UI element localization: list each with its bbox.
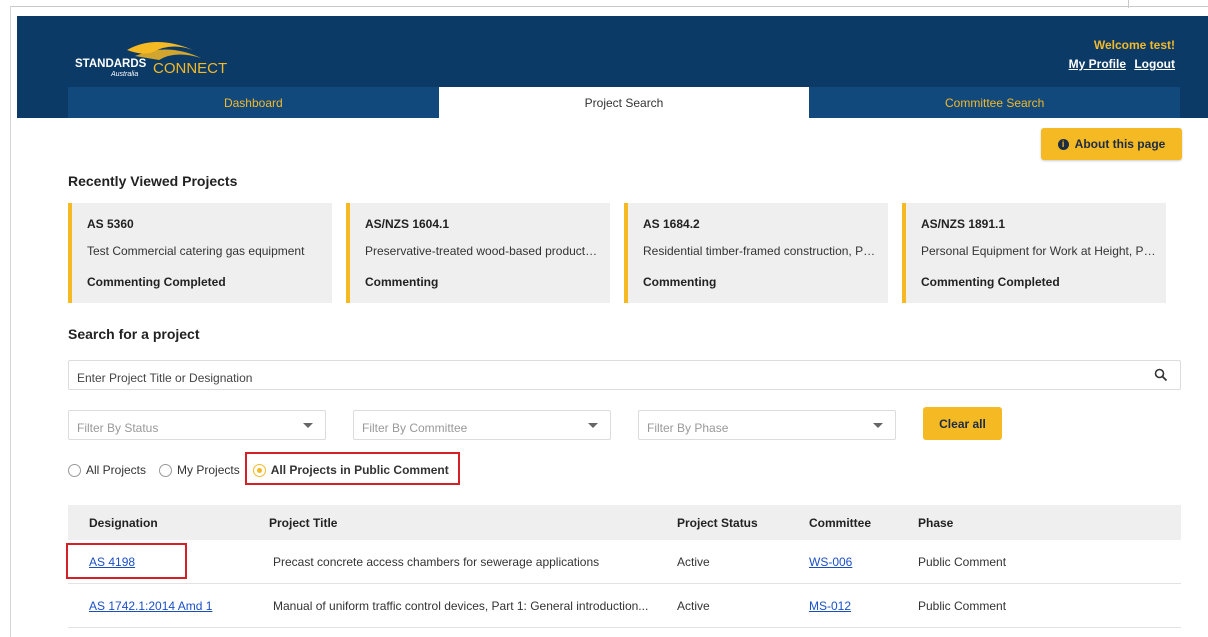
my-profile-link[interactable]: My Profile bbox=[1069, 57, 1126, 71]
chevron-down-icon bbox=[873, 423, 883, 428]
committee-link[interactable]: MS-012 bbox=[809, 599, 851, 613]
logout-link[interactable]: Logout bbox=[1134, 57, 1175, 71]
radio-my-projects[interactable]: My Projects bbox=[159, 463, 240, 477]
table-header: Designation Project Title Project Status… bbox=[68, 505, 1181, 540]
card-designation: AS 1684.2 bbox=[643, 217, 700, 231]
project-title-cell: Manual of uniform traffic control device… bbox=[273, 598, 649, 613]
header-designation[interactable]: Designation bbox=[68, 516, 269, 530]
radio-label: All Projects bbox=[86, 463, 147, 477]
phase-cell: Public Comment bbox=[918, 598, 1007, 613]
search-heading: Search for a project bbox=[68, 326, 200, 342]
highlight-box bbox=[245, 452, 460, 485]
standards-connect-logo[interactable]: STANDARDS Australia CONNECT bbox=[75, 36, 245, 88]
header-committee[interactable]: Committee bbox=[804, 516, 913, 530]
recently-viewed-heading: Recently Viewed Projects bbox=[68, 173, 238, 189]
about-button-label: About this page bbox=[1074, 137, 1166, 151]
project-status-cell: Active bbox=[677, 554, 710, 569]
tab-dashboard[interactable]: Dashboard bbox=[68, 87, 439, 118]
about-this-page-button[interactable]: i About this page bbox=[1041, 128, 1182, 160]
committee-link[interactable]: WS-006 bbox=[809, 555, 852, 569]
window-border-left bbox=[10, 6, 11, 637]
filter-committee-placeholder: Filter By Committee bbox=[362, 421, 468, 435]
filter-phase-select[interactable]: Filter By Phase bbox=[638, 410, 896, 440]
window-border-tick bbox=[1128, 0, 1129, 8]
chevron-down-icon bbox=[303, 423, 313, 428]
logo-word-australia: Australia bbox=[110, 71, 138, 78]
card-status: Commenting Completed bbox=[921, 275, 1060, 289]
main-nav: Dashboard Project Search Committee Searc… bbox=[68, 87, 1181, 118]
search-icon[interactable] bbox=[1154, 368, 1168, 382]
header-phase[interactable]: Phase bbox=[913, 516, 953, 530]
project-search-input[interactable]: Enter Project Title or Designation bbox=[68, 360, 1181, 390]
card-title: Preservative-treated wood-based products… bbox=[365, 244, 603, 258]
filter-status-select[interactable]: Filter By Status bbox=[68, 410, 326, 440]
user-menu: Welcome test! My Profile Logout bbox=[1064, 38, 1175, 71]
radio-icon bbox=[159, 463, 173, 477]
recent-project-card[interactable]: AS/NZS 1604.1 Preservative-treated wood-… bbox=[346, 203, 610, 303]
filter-phase-placeholder: Filter By Phase bbox=[647, 421, 729, 435]
radio-label: My Projects bbox=[177, 463, 240, 477]
card-designation: AS/NZS 1604.1 bbox=[365, 217, 450, 231]
recent-project-card[interactable]: AS 5360 Test Commercial catering gas equ… bbox=[68, 203, 332, 303]
search-placeholder: Enter Project Title or Designation bbox=[77, 371, 253, 385]
project-title-cell: Precast concrete access chambers for sew… bbox=[273, 554, 600, 569]
radio-all-projects[interactable]: All Projects bbox=[68, 463, 146, 477]
recent-project-card[interactable]: AS/NZS 1891.1 Personal Equipment for Wor… bbox=[902, 203, 1166, 303]
card-title: Residential timber-framed construction, … bbox=[643, 244, 881, 258]
recent-project-card[interactable]: AS 1684.2 Residential timber-framed cons… bbox=[624, 203, 888, 303]
projects-table: Designation Project Title Project Status… bbox=[68, 505, 1181, 628]
recent-projects-list: AS 5360 Test Commercial catering gas equ… bbox=[68, 203, 1166, 303]
radio-icon bbox=[68, 463, 81, 477]
phase-cell: Public Comment bbox=[918, 554, 1007, 569]
card-status: Commenting bbox=[365, 275, 439, 289]
card-status: Commenting bbox=[643, 275, 717, 289]
window-border bbox=[10, 6, 1208, 7]
header-project-title[interactable]: Project Title bbox=[269, 516, 672, 530]
table-row: AS 4198 Precast concrete access chambers… bbox=[68, 540, 1181, 584]
logo-word-connect: CONNECT bbox=[153, 60, 227, 77]
clear-all-button[interactable]: Clear all bbox=[923, 407, 1002, 440]
card-designation: AS/NZS 1891.1 bbox=[921, 217, 1006, 231]
designation-link[interactable]: AS 1742.1:2014 Amd 1 bbox=[89, 599, 212, 613]
card-designation: AS 5360 bbox=[87, 217, 134, 231]
tab-committee-search[interactable]: Committee Search bbox=[809, 87, 1181, 118]
filter-status-placeholder: Filter By Status bbox=[77, 421, 159, 435]
card-title: Personal Equipment for Work at Height, P… bbox=[921, 244, 1159, 258]
table-row: AS 1742.1:2014 Amd 1 Manual of uniform t… bbox=[68, 584, 1181, 628]
welcome-text: Welcome test! bbox=[1093, 38, 1175, 52]
highlight-box bbox=[66, 543, 187, 579]
project-status-cell: Active bbox=[677, 598, 710, 613]
chevron-down-icon bbox=[588, 423, 598, 428]
logo-word-standards: STANDARDS bbox=[75, 58, 147, 70]
card-status: Commenting Completed bbox=[87, 275, 226, 289]
filter-committee-select[interactable]: Filter By Committee bbox=[353, 410, 611, 440]
tab-project-search[interactable]: Project Search bbox=[438, 87, 810, 118]
info-icon: i bbox=[1057, 138, 1069, 150]
card-title: Test Commercial catering gas equipment bbox=[87, 244, 305, 258]
header-project-status[interactable]: Project Status bbox=[672, 516, 804, 530]
